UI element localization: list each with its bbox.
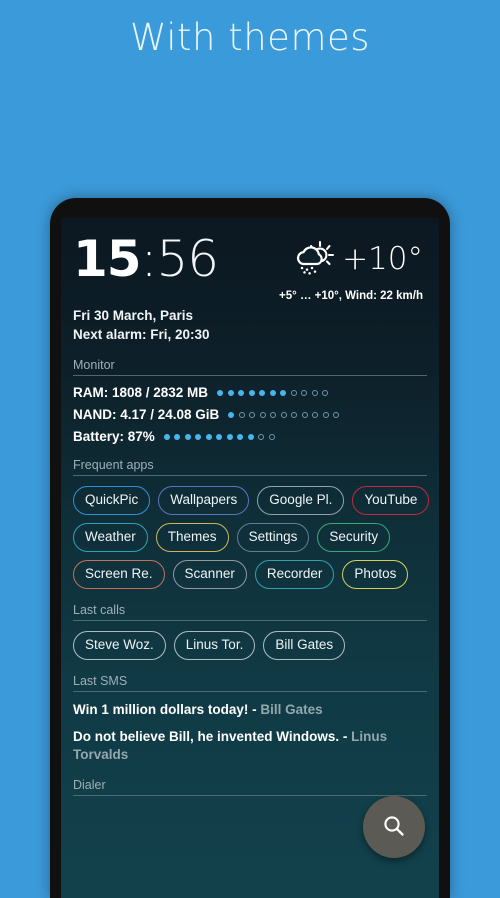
last-calls-chips: Steve Woz. Linus Tor. Bill Gates — [73, 631, 427, 660]
search-fab-button[interactable] — [363, 796, 425, 858]
monitor-gauge-dots — [228, 411, 340, 418]
gauge-dot-filled — [228, 411, 235, 418]
chip-row: QuickPic Wallpapers Google Pl. YouTube — [73, 486, 430, 515]
gauge-dot-filled — [248, 389, 255, 396]
gauge-dot-empty — [322, 411, 329, 418]
sms-item[interactable]: Win 1 million dollars today! - Bill Gate… — [73, 701, 427, 719]
app-chip[interactable]: Recorder — [254, 560, 335, 589]
app-chip[interactable]: Weather — [73, 523, 148, 552]
monitor-list: RAM: 1808 / 2832 MB NAND: 4.17 / 24.08 Gi… — [73, 385, 427, 444]
gauge-dot-filled — [247, 433, 254, 440]
page-title: With themes — [129, 16, 371, 59]
clock-hours: 15 — [73, 230, 142, 288]
gauge-dot-empty — [301, 411, 308, 418]
gauge-dot-empty — [291, 411, 298, 418]
sms-text: Win 1 million dollars today! — [73, 702, 249, 717]
gauge-dot-empty — [258, 433, 265, 440]
app-chip[interactable]: QuickPic — [73, 486, 151, 515]
date-location: Fri 30 March, Paris — [73, 308, 194, 323]
device-frame: 15:56 +10° +5° … +10°, Wind: 22 km/h Fri… — [50, 198, 450, 898]
gauge-dot-filled — [205, 433, 212, 440]
monitor-gauge-dots — [163, 433, 275, 440]
monitor-row[interactable]: RAM: 1808 / 2832 MB — [73, 385, 427, 400]
gauge-dot-empty — [311, 389, 318, 396]
section-header-dialer: Dialer — [73, 778, 427, 796]
gauge-dot-filled — [227, 389, 234, 396]
section-header-last-sms: Last SMS — [73, 674, 427, 692]
gauge-dot-filled — [217, 389, 224, 396]
gauge-dot-filled — [237, 433, 244, 440]
app-chip[interactable]: Scanner — [172, 560, 247, 589]
monitor-gauge-dots — [217, 389, 329, 396]
section-header-last-calls: Last calls — [73, 603, 427, 621]
monitor-row-label: RAM: 1808 / 2832 MB — [73, 385, 209, 400]
app-chip[interactable]: Settings — [236, 523, 310, 552]
chip-row: Weather Themes Settings Security — [73, 523, 427, 552]
widget-surface: 15:56 +10° +5° … +10°, Wind: 22 km/h Fri… — [61, 218, 439, 898]
monitor-row[interactable]: NAND: 4.17 / 24.08 GiB — [73, 407, 427, 422]
gauge-dot-empty — [290, 389, 297, 396]
gauge-dot-empty — [270, 411, 277, 418]
clock-minutes: 56 — [156, 230, 219, 288]
gauge-dot-filled — [174, 433, 181, 440]
clock-info-lines: Fri 30 March, Paris Next alarm: Fri, 20:… — [73, 306, 427, 344]
gauge-dot-filled — [216, 433, 223, 440]
sms-item[interactable]: Do not believe Bill, he invented Windows… — [73, 728, 427, 764]
app-chip[interactable]: Themes — [155, 523, 229, 552]
app-chip[interactable]: YouTube — [352, 486, 430, 515]
weather-temperature: +10° — [342, 241, 423, 277]
gauge-dot-filled — [184, 433, 191, 440]
gauge-dot-filled — [280, 389, 287, 396]
clock-block[interactable]: 15:56 — [73, 234, 219, 284]
sms-separator: - — [248, 702, 261, 717]
gauge-dot-empty — [268, 433, 275, 440]
monitor-row-label: NAND: 4.17 / 24.08 GiB — [73, 407, 220, 422]
contact-chip[interactable]: Linus Tor. — [173, 631, 256, 660]
gauge-dot-filled — [259, 389, 266, 396]
contact-chip[interactable]: Steve Woz. — [73, 631, 166, 660]
sms-separator: - — [339, 729, 352, 744]
device-screen: 15:56 +10° +5° … +10°, Wind: 22 km/h Fri… — [61, 218, 439, 898]
section-header-frequent-apps: Frequent apps — [73, 458, 427, 476]
gauge-dot-filled — [163, 433, 170, 440]
gauge-dot-empty — [312, 411, 319, 418]
clock-colon: : — [140, 230, 158, 288]
gauge-dot-filled — [226, 433, 233, 440]
monitor-row[interactable]: Battery: 87% — [73, 429, 427, 444]
weather-block[interactable]: +10° +5° … +10°, Wind: 22 km/h — [279, 234, 427, 302]
gauge-dot-empty — [322, 389, 329, 396]
gauge-dot-empty — [280, 411, 287, 418]
section-header-monitor: Monitor — [73, 358, 427, 376]
app-chip[interactable]: Screen Re. — [73, 560, 165, 589]
app-chip[interactable]: Security — [317, 523, 391, 552]
gauge-dot-empty — [333, 411, 340, 418]
search-icon — [381, 813, 407, 842]
gauge-dot-filled — [269, 389, 276, 396]
clock-weather-header: 15:56 +10° +5° … +10°, Wind: 22 km/h — [73, 234, 427, 302]
sms-list: Win 1 million dollars today! - Bill Gate… — [73, 701, 427, 764]
gauge-dot-filled — [195, 433, 202, 440]
contact-chip[interactable]: Bill Gates — [263, 631, 346, 660]
sun-behind-rain-cloud-icon — [292, 240, 336, 279]
gauge-dot-empty — [249, 411, 256, 418]
app-chip[interactable]: Photos — [342, 560, 409, 589]
app-chip[interactable]: Google Pl. — [257, 486, 345, 515]
sms-text: Do not believe Bill, he invented Windows… — [73, 729, 340, 744]
gauge-dot-empty — [259, 411, 266, 418]
clock-time[interactable]: 15:56 — [73, 234, 219, 284]
app-chip[interactable]: Wallpapers — [158, 486, 250, 515]
next-alarm: Next alarm: Fri, 20:30 — [73, 327, 210, 342]
chip-row: Screen Re. Scanner Recorder Photos — [73, 560, 427, 589]
chip-row: Steve Woz. Linus Tor. Bill Gates — [73, 631, 427, 660]
gauge-dot-empty — [238, 411, 245, 418]
sms-sender: Bill Gates — [260, 702, 323, 717]
weather-summary: +10° — [279, 240, 423, 279]
monitor-row-label: Battery: 87% — [73, 429, 155, 444]
gauge-dot-filled — [238, 389, 245, 396]
weather-details: +5° … +10°, Wind: 22 km/h — [279, 290, 423, 302]
frequent-apps-chips: QuickPic Wallpapers Google Pl. YouTube Weath… — [73, 486, 430, 589]
gauge-dot-empty — [301, 389, 308, 396]
